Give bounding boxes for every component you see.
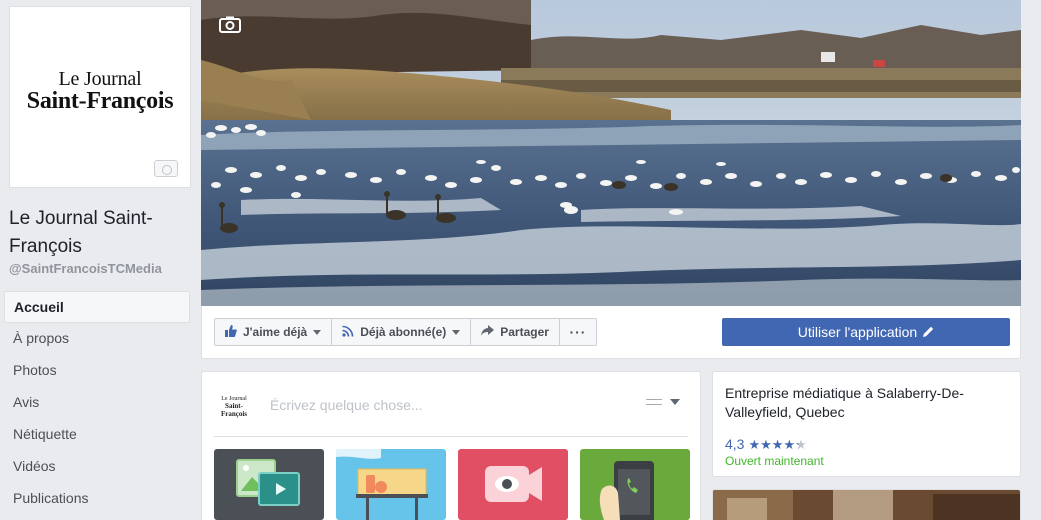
page-nav: Accueil À propos Photos Avis Nétiquette … bbox=[4, 291, 190, 515]
star-icon: ★ bbox=[771, 436, 784, 452]
pencil-icon[interactable] bbox=[923, 324, 934, 340]
chevron-down-icon bbox=[670, 399, 680, 405]
page-title[interactable]: Le Journal Saint-François bbox=[9, 205, 189, 261]
nav-item-netiquette[interactable]: Nétiquette bbox=[4, 419, 190, 451]
nav-item-accueil[interactable]: Accueil bbox=[4, 291, 190, 323]
chevron-down-icon bbox=[452, 329, 461, 335]
thumbs-up-icon bbox=[225, 324, 237, 340]
composer-input[interactable]: Écrivez quelque chose... bbox=[270, 397, 423, 413]
chevron-down-icon bbox=[313, 329, 322, 335]
create-offer-tile[interactable] bbox=[336, 449, 446, 520]
photo-gallery-icon bbox=[236, 459, 300, 506]
composer-audience-selector[interactable] bbox=[646, 399, 680, 405]
page-category[interactable]: Entreprise médiatique à Salaberry-De-Val… bbox=[725, 384, 965, 422]
star-icon: ★ bbox=[795, 436, 807, 452]
star-icon: ★ bbox=[748, 436, 761, 452]
nav-item-photos[interactable]: Photos bbox=[4, 355, 190, 387]
nav-item-publications[interactable]: Publications bbox=[4, 483, 190, 515]
phone-call-icon bbox=[599, 461, 654, 520]
video-camera-icon bbox=[485, 466, 542, 502]
page-username[interactable]: @SaintFrancoisTCMedia bbox=[9, 261, 162, 276]
composer-page-avatar: Le Journal Saint-François bbox=[220, 396, 248, 418]
rating[interactable]: 4,3 ★ ★ ★ ★ ★ bbox=[725, 436, 1008, 452]
page-logo: Le Journal Saint-François bbox=[26, 68, 174, 114]
page-info-card: Entreprise médiatique à Salaberry-De-Val… bbox=[712, 371, 1021, 477]
update-profile-photo-camera-icon[interactable] bbox=[154, 160, 178, 177]
photo-thumbnail bbox=[713, 490, 1020, 520]
follow-button[interactable]: Déjà abonné(e) bbox=[331, 318, 472, 346]
page-action-bar: J'aime déjà Déjà abonné(e) Partager ··· … bbox=[201, 306, 1021, 359]
update-cover-camera-icon[interactable] bbox=[219, 16, 241, 33]
profile-picture[interactable]: Le Journal Saint-François bbox=[9, 6, 191, 188]
rating-stars: ★ ★ ★ ★ ★ bbox=[748, 438, 806, 451]
more-options-button[interactable]: ··· bbox=[558, 318, 597, 346]
post-composer: Le Journal Saint-François Écrivez quelqu… bbox=[201, 371, 701, 520]
divider bbox=[214, 436, 688, 437]
opening-status: Ouvert maintenant bbox=[725, 454, 824, 468]
add-photo-video-tile[interactable] bbox=[214, 449, 324, 520]
cover-photo-image bbox=[201, 0, 1021, 306]
cover-photo[interactable] bbox=[201, 0, 1021, 306]
photos-preview-card[interactable] bbox=[712, 489, 1021, 520]
rating-value: 4,3 bbox=[725, 436, 745, 452]
storefront-icon bbox=[336, 449, 428, 520]
rss-icon bbox=[342, 325, 354, 340]
star-icon: ★ bbox=[760, 436, 772, 452]
audience-icon bbox=[646, 399, 662, 405]
like-button[interactable]: J'aime déjà bbox=[214, 318, 333, 346]
nav-item-a-propos[interactable]: À propos bbox=[4, 323, 190, 355]
share-arrow-icon bbox=[481, 325, 495, 339]
nav-item-videos[interactable]: Vidéos bbox=[4, 451, 190, 483]
use-app-button[interactable]: Utiliser l'application bbox=[722, 318, 1010, 346]
nav-item-avis[interactable]: Avis bbox=[4, 387, 190, 419]
star-icon: ★ bbox=[783, 436, 796, 452]
go-live-tile[interactable] bbox=[458, 449, 568, 520]
share-button[interactable]: Partager bbox=[470, 318, 560, 346]
call-tile[interactable] bbox=[580, 449, 690, 520]
